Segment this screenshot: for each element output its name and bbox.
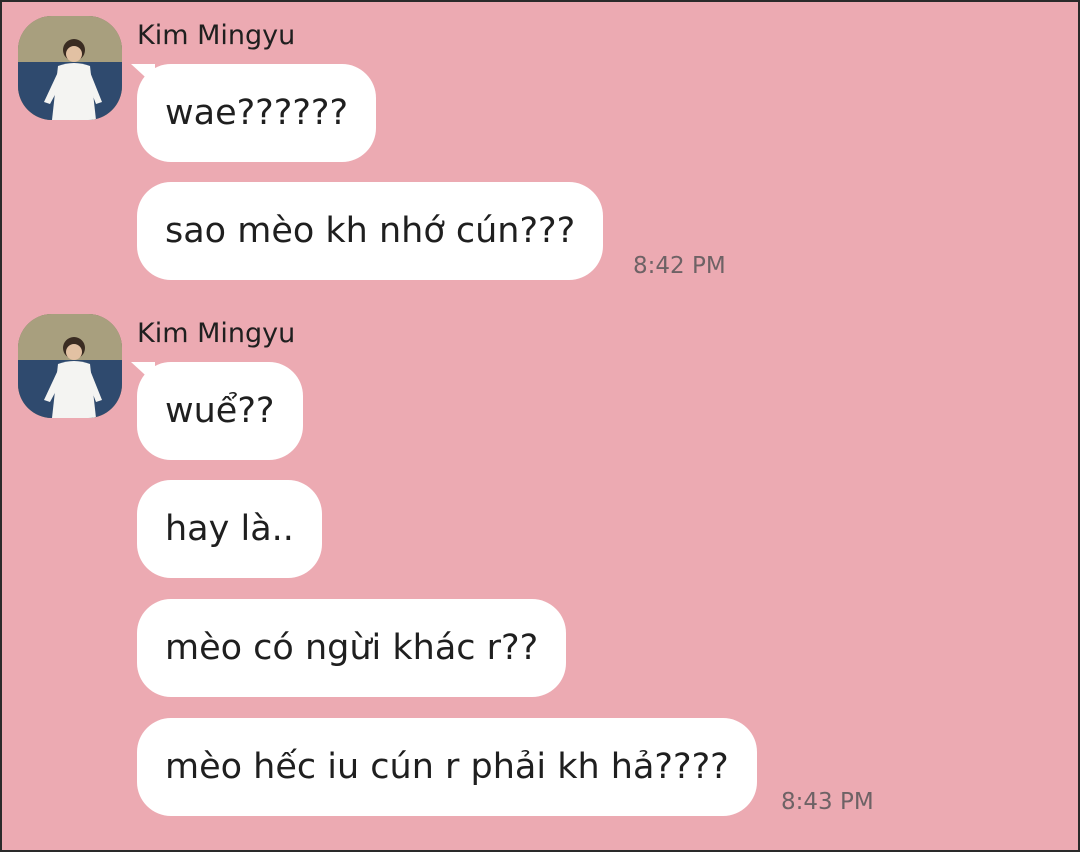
chat-screen: Kim Mingyu wae?????? sao mèo kh nhớ cún?… <box>0 0 1080 852</box>
message-bubble[interactable]: mèo có ngừi khác r?? <box>137 599 567 697</box>
avatar[interactable] <box>18 314 122 418</box>
message-bubble[interactable]: mèo hếc iu cún r phải kh hả???? <box>137 718 757 816</box>
message-bubble[interactable]: wae?????? <box>137 64 377 162</box>
message-timestamp: 8:43 PM <box>781 789 874 815</box>
message-bubble[interactable]: wuể?? <box>137 362 303 460</box>
message-bubble[interactable]: hay là.. <box>137 480 322 578</box>
message-timestamp: 8:42 PM <box>633 253 726 279</box>
avatar[interactable] <box>18 16 122 120</box>
profile-photo-icon <box>18 16 122 120</box>
profile-photo-icon <box>18 314 122 418</box>
sender-name: Kim Mingyu <box>137 318 296 349</box>
message-bubble[interactable]: sao mèo kh nhớ cún??? <box>137 182 604 280</box>
sender-name: Kim Mingyu <box>137 20 296 51</box>
